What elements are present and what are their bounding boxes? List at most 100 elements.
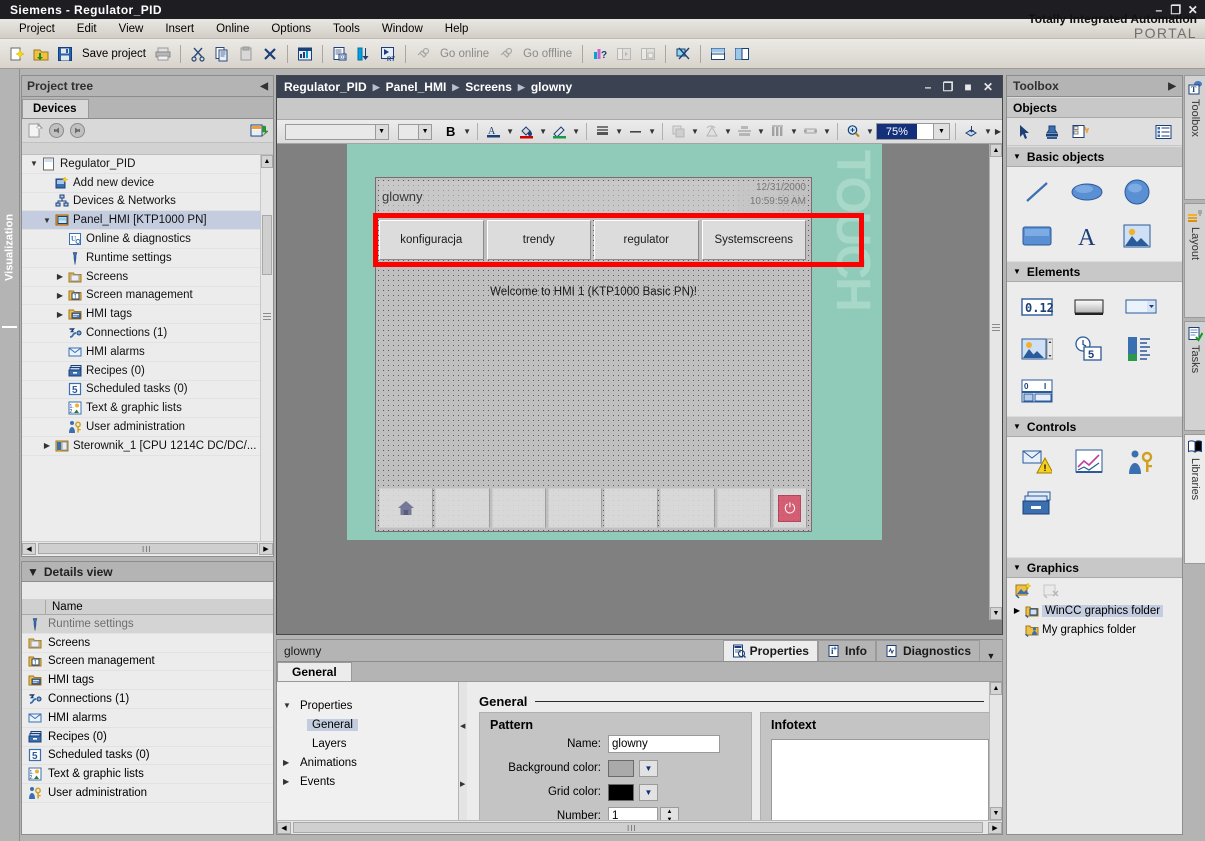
vertical-tab-toolbox[interactable]: T Toolbox xyxy=(1184,75,1205,200)
properties-splitter[interactable]: ◀ ▶ xyxy=(459,682,467,820)
hmi-button-regulator[interactable]: regulator xyxy=(594,220,699,260)
tree-item-online-diagnostics[interactable]: U Online & diagnostics xyxy=(22,230,273,249)
hmi-fkey-2[interactable] xyxy=(435,488,490,528)
hmi-screen-title[interactable]: glowny xyxy=(382,189,422,204)
text-field-icon[interactable]: A xyxy=(1071,221,1103,251)
rectangle-icon[interactable] xyxy=(1021,221,1053,251)
details-row[interactable]: 1. 2. Text & graphic lists xyxy=(22,765,273,785)
hmi-fkey-3[interactable] xyxy=(491,488,546,528)
breadcrumb-screens[interactable]: Screens xyxy=(465,80,512,94)
help-search-icon[interactable]: ? xyxy=(589,43,611,65)
stamp-icon[interactable] xyxy=(1044,124,1060,140)
splitter-left-arrow-icon[interactable]: ◀ xyxy=(460,722,465,730)
menu-project[interactable]: Project xyxy=(8,21,66,37)
layers-icon[interactable] xyxy=(961,121,982,143)
tree-expander-icon[interactable]: ▶ xyxy=(54,310,66,319)
props-scroll-up-icon[interactable]: ▲ xyxy=(990,682,1002,695)
details-row[interactable]: User administration xyxy=(22,784,273,803)
properties-vscrollbar[interactable]: ▲ ▼ xyxy=(989,682,1002,820)
hmi-screen-surface[interactable]: glowny 12/31/2000 10:59:59 AM konfigurac… xyxy=(373,177,864,532)
grid-color-swatch[interactable] xyxy=(608,783,634,801)
hmi-fkey-home[interactable] xyxy=(379,488,434,528)
props-hscroll-left-icon[interactable]: ◀ xyxy=(277,821,291,834)
props-nav-properties[interactable]: ▼ Properties xyxy=(277,696,458,715)
details-view-header[interactable]: ▼ Details view xyxy=(22,562,273,582)
line-style-icon[interactable] xyxy=(625,121,646,143)
fill-pattern-dropdown-icon[interactable]: ▼ xyxy=(614,127,624,136)
hmi-button-trendy[interactable]: trendy xyxy=(486,220,591,260)
breadcrumb-screen[interactable]: glowny xyxy=(531,80,572,94)
hmi-button-konfiguracja[interactable]: konfiguracja xyxy=(379,220,484,260)
tree-hscroll-right-icon[interactable]: ▶ xyxy=(259,542,273,555)
props-nav-animations[interactable]: ▶ Animations xyxy=(277,753,458,772)
hmi-button-systemscreens[interactable]: Systemscreens xyxy=(701,220,806,260)
go-offline-label[interactable]: Go offline xyxy=(519,48,576,60)
compile-icon[interactable] xyxy=(294,43,316,65)
menu-online[interactable]: Online xyxy=(205,21,260,37)
menu-window[interactable]: Window xyxy=(371,21,434,37)
details-row[interactable]: Screen management xyxy=(22,653,273,672)
toolbox-section-basic[interactable]: ▼ Basic objects xyxy=(1007,146,1182,167)
delete-graphic-icon[interactable] xyxy=(1043,582,1061,599)
graphics-folder-item[interactable]: My graphics folder xyxy=(1007,620,1182,639)
ellipse-icon[interactable] xyxy=(1071,177,1103,207)
symbolic-io-field-icon[interactable] xyxy=(1125,292,1157,322)
properties-caret-icon[interactable]: ▼ xyxy=(980,651,1002,661)
rotate-dropdown-icon[interactable]: ▼ xyxy=(723,127,733,136)
tree-item-screens[interactable]: ▶ Screens xyxy=(22,268,273,287)
delete-icon[interactable] xyxy=(259,43,281,65)
toolbox-section-objects[interactable]: Objects xyxy=(1007,97,1182,118)
forward-icon[interactable] xyxy=(69,122,86,139)
infotext-textarea[interactable] xyxy=(771,739,989,820)
graphic-io-field-icon[interactable] xyxy=(1021,334,1053,364)
editor-minimize-button[interactable]: – xyxy=(921,81,935,93)
zoom-chevron-down-icon[interactable]: ▼ xyxy=(932,124,949,139)
editor-close-button[interactable]: ✕ xyxy=(981,81,995,93)
tab-properties[interactable]: Properties xyxy=(722,640,818,661)
tree-expander-icon[interactable]: ▶ xyxy=(54,291,66,300)
details-row[interactable]: Runtime settings xyxy=(22,615,273,634)
menu-insert[interactable]: Insert xyxy=(154,21,205,37)
tab-devices[interactable]: Devices xyxy=(22,99,90,118)
props-nav-tri-icon[interactable]: ▶ xyxy=(283,758,295,767)
button-icon[interactable] xyxy=(1073,292,1105,322)
spinner-up-icon[interactable]: ▲ xyxy=(661,808,678,816)
tree-item-user-administration[interactable]: User administration xyxy=(22,418,273,437)
tree-item-screen-management[interactable]: ▶ Screen management xyxy=(22,287,273,306)
zoom-combo[interactable]: 75% ▼ xyxy=(875,123,950,140)
menu-tools[interactable]: Tools xyxy=(322,21,371,37)
bar-icon[interactable] xyxy=(1125,334,1157,364)
line-icon[interactable] xyxy=(1021,177,1053,207)
copy-icon[interactable] xyxy=(211,43,233,65)
fill-pattern-icon[interactable] xyxy=(592,121,613,143)
paste-icon[interactable] xyxy=(235,43,257,65)
font-name-combo[interactable]: ▼ xyxy=(285,123,389,140)
props-hscroll-right-icon[interactable]: ▶ xyxy=(988,821,1002,834)
canvas-scroll-down-icon[interactable]: ▼ xyxy=(990,607,1002,620)
tree-item-devices-networks[interactable]: Devices & Networks xyxy=(22,193,273,212)
tree-item-sterownik-1-cpu-1214c-dc-dc[interactable]: ▶ Sterownik_1 [CPU 1214C DC/DC/... xyxy=(22,437,273,456)
io-field-icon[interactable]: 0.12 xyxy=(1021,292,1053,322)
upload-from-device-icon[interactable] xyxy=(353,43,375,65)
screen-canvas[interactable]: TOUCH glowny 12/31/2000 10:59:59 AM konf… xyxy=(277,144,1002,634)
tree-scroll-up-icon[interactable]: ▲ xyxy=(261,155,273,168)
date-time-field-icon[interactable]: 5 xyxy=(1073,334,1105,364)
zoom-icon[interactable] xyxy=(843,121,864,143)
toolbar-overflow-icon[interactable]: ▶ xyxy=(994,127,1002,136)
tree-expander-icon[interactable]: ▼ xyxy=(41,216,53,225)
tree-item-runtime-settings[interactable]: Runtime settings xyxy=(22,249,273,268)
back-icon[interactable] xyxy=(48,122,65,139)
line-style-dropdown-icon[interactable]: ▼ xyxy=(647,127,657,136)
new-project-icon[interactable] xyxy=(6,43,28,65)
tree-expander-icon[interactable]: ▼ xyxy=(28,159,40,168)
properties-hscrollbar[interactable]: ◀ III ▶ xyxy=(277,820,1002,834)
recipe-view-icon[interactable] xyxy=(1021,489,1053,519)
font-name-chevron-down-icon[interactable]: ▼ xyxy=(374,124,388,139)
close-all-editors-icon[interactable] xyxy=(672,43,694,65)
start-simulation-icon[interactable]: RT xyxy=(377,43,399,65)
toolbox-expand-icon[interactable]: ▶ xyxy=(1168,81,1176,92)
name-input[interactable]: glowny xyxy=(608,735,720,753)
details-row[interactable]: 5 Scheduled tasks (0) xyxy=(22,747,273,766)
layers-dropdown-icon[interactable]: ▼ xyxy=(983,127,993,136)
number-input[interactable]: 1 xyxy=(608,807,658,820)
